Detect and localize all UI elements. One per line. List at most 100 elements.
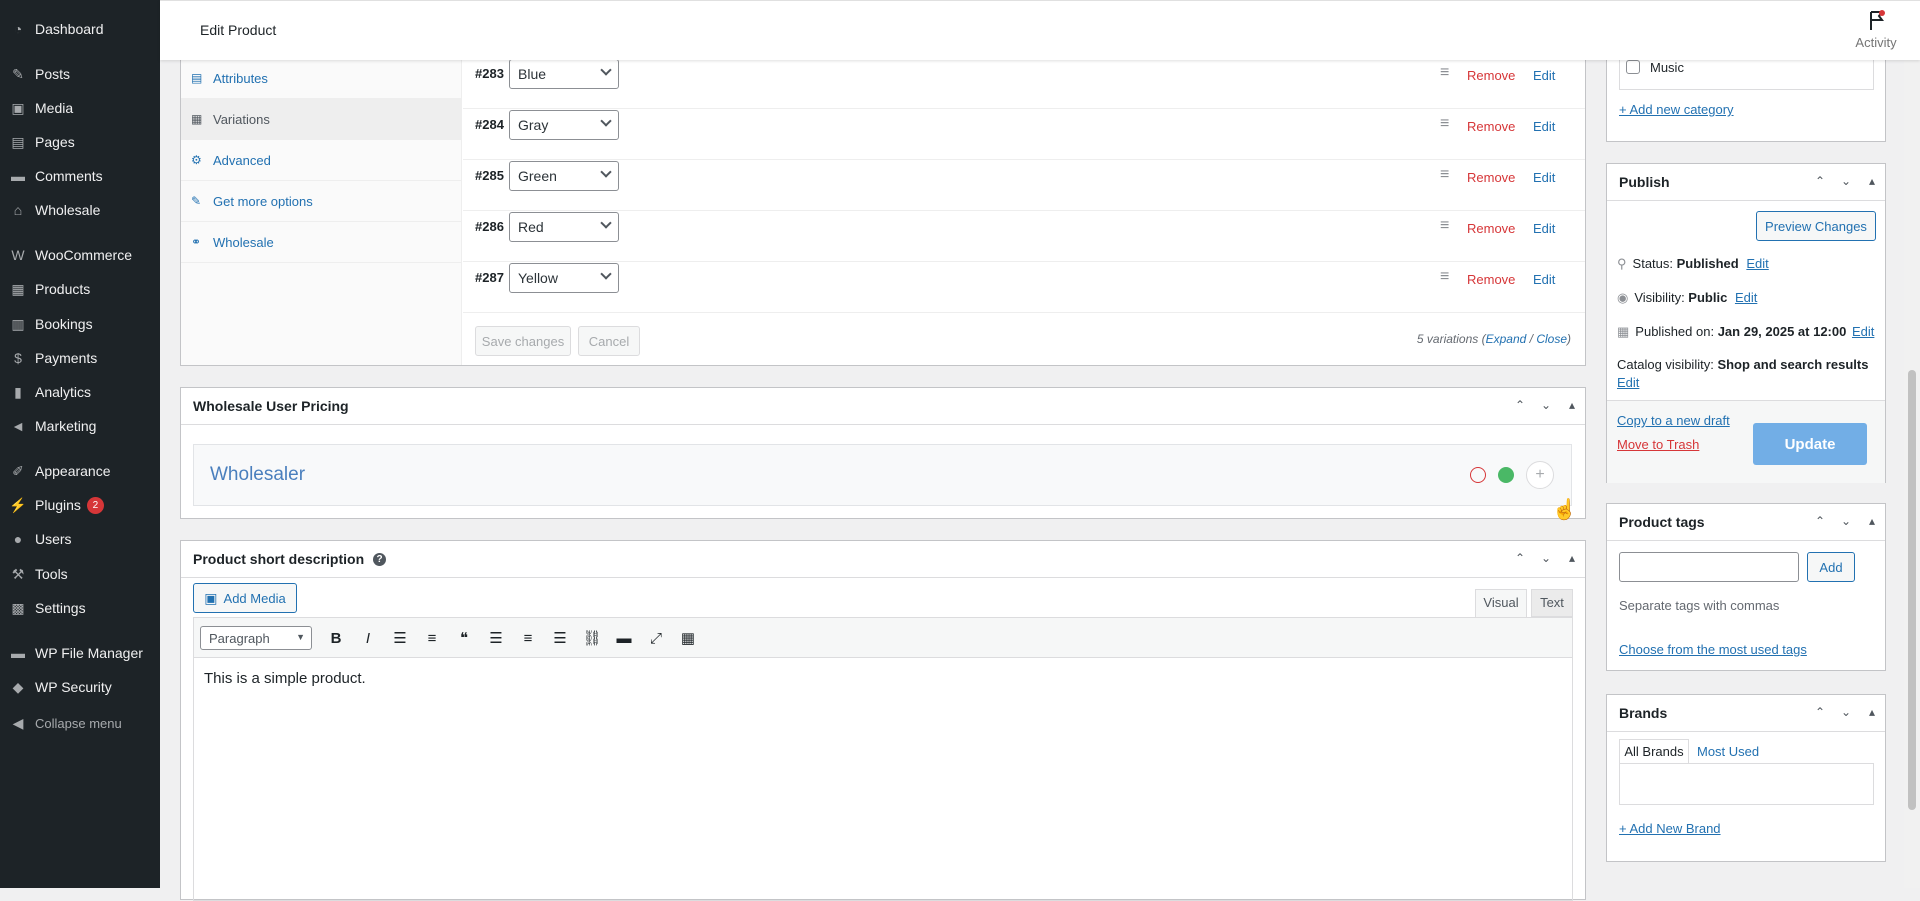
sidebar-item-settings[interactable]: ▩ Settings (0, 595, 160, 621)
move-up-icon[interactable]: ⌃ (1511, 551, 1529, 565)
help-icon[interactable]: ? (373, 553, 386, 566)
move-down-icon[interactable]: ⌄ (1537, 551, 1555, 565)
edit-variation-link[interactable]: Edit (1533, 119, 1555, 134)
remove-variation-link[interactable]: Remove (1467, 170, 1515, 185)
toolbar-toggle-icon[interactable]: ▦ (672, 626, 704, 650)
add-new-brand-link[interactable]: + Add New Brand (1619, 821, 1721, 836)
edit-variation-link[interactable]: Edit (1533, 221, 1555, 236)
drag-handle-icon[interactable]: ≡ (1440, 115, 1449, 133)
sidebar-item-woocommerce[interactable]: W WooCommerce (0, 242, 160, 268)
remove-variation-link[interactable]: Remove (1467, 119, 1515, 134)
cancel-button[interactable]: Cancel (578, 326, 640, 356)
status-empty-circle-icon[interactable] (1470, 467, 1486, 483)
read-more-icon[interactable]: ▬ (608, 626, 640, 650)
sidebar-item-bookings[interactable]: ▥ Bookings (0, 311, 160, 337)
edit-date-link[interactable]: Edit (1852, 324, 1874, 339)
sidebar-item-analytics[interactable]: ▮ Analytics (0, 379, 160, 405)
page-scrollbar[interactable] (1904, 60, 1920, 888)
add-new-category-link[interactable]: + Add new category (1619, 102, 1734, 117)
drag-handle-icon[interactable]: ≡ (1440, 217, 1449, 235)
toggle-panel-icon[interactable]: ▴ (1863, 705, 1881, 719)
tab-wholesale[interactable]: ⚭ Wholesale (181, 222, 462, 263)
sidebar-item-wp-security[interactable]: ◆ WP Security (0, 674, 160, 700)
close-link[interactable]: Close (1536, 332, 1567, 346)
sidebar-item-wholesale[interactable]: ⌂ Wholesale (0, 197, 160, 223)
bold-icon[interactable]: B (320, 626, 352, 650)
tab-visual[interactable]: Visual (1475, 589, 1527, 617)
scrollbar-thumb[interactable] (1908, 370, 1916, 810)
variation-attribute-select[interactable]: Green (509, 161, 619, 191)
bullet-list-icon[interactable]: ☰ (384, 626, 416, 650)
tab-variations[interactable]: ▦ Variations (181, 99, 462, 140)
blockquote-icon[interactable]: ❝ (448, 626, 480, 650)
tab-most-used-brands[interactable]: Most Used (1697, 744, 1759, 759)
variation-attribute-select[interactable]: Red (509, 212, 619, 242)
sidebar-item-posts[interactable]: ✎ Posts (0, 61, 160, 87)
edit-catalog-link[interactable]: Edit (1617, 375, 1639, 390)
edit-variation-link[interactable]: Edit (1533, 68, 1555, 83)
move-up-icon[interactable]: ⌃ (1511, 398, 1529, 412)
drag-handle-icon[interactable]: ≡ (1440, 64, 1449, 82)
tab-attributes[interactable]: ▤ Attributes (181, 58, 462, 99)
variation-attribute-select[interactable]: Gray (509, 110, 619, 140)
add-media-button[interactable]: ▣ Add Media (193, 583, 297, 613)
tab-advanced[interactable]: ⚙ Advanced (181, 140, 462, 181)
sidebar-item-pages[interactable]: ▤ Pages (0, 129, 160, 155)
sidebar-item-marketing[interactable]: ◄ Marketing (0, 413, 160, 439)
move-down-icon[interactable]: ⌄ (1837, 174, 1855, 188)
activity-button[interactable]: Activity (1852, 9, 1900, 50)
edit-variation-link[interactable]: Edit (1533, 272, 1555, 287)
fullscreen-icon[interactable]: ⤢ (640, 626, 672, 650)
toggle-panel-icon[interactable]: ▴ (1863, 174, 1881, 188)
variation-attribute-select[interactable]: Blue (509, 59, 619, 89)
tag-input[interactable] (1619, 552, 1799, 582)
preview-changes-button[interactable]: Preview Changes (1756, 211, 1876, 241)
numbered-list-icon[interactable]: ≡ (416, 626, 448, 650)
move-up-icon[interactable]: ⌃ (1811, 174, 1829, 188)
sidebar-item-comments[interactable]: ▬ Comments (0, 163, 160, 189)
drag-handle-icon[interactable]: ≡ (1440, 268, 1449, 286)
edit-visibility-link[interactable]: Edit (1735, 290, 1757, 305)
sidebar-item-media[interactable]: ▣ Media (0, 95, 160, 121)
move-down-icon[interactable]: ⌄ (1837, 705, 1855, 719)
edit-status-link[interactable]: Edit (1746, 256, 1768, 271)
sidebar-item-appearance[interactable]: ✐ Appearance (0, 458, 160, 484)
tab-text[interactable]: Text (1531, 589, 1573, 617)
sidebar-item-tools[interactable]: ⚒ Tools (0, 561, 160, 587)
tab-get-more-options[interactable]: ✎ Get more options (181, 181, 462, 222)
category-checkbox[interactable] (1626, 60, 1640, 74)
toggle-panel-icon[interactable]: ▴ (1863, 514, 1881, 528)
sidebar-item-wp-file-manager[interactable]: ▬ WP File Manager (0, 640, 160, 666)
choose-most-used-tags-link[interactable]: Choose from the most used tags (1619, 642, 1807, 657)
sidebar-item-products[interactable]: ▦ Products (0, 276, 160, 302)
move-to-trash-link[interactable]: Move to Trash (1617, 437, 1699, 452)
format-select[interactable]: Paragraph ▼ (200, 626, 312, 650)
copy-to-draft-link[interactable]: Copy to a new draft (1617, 413, 1730, 428)
remove-variation-link[interactable]: Remove (1467, 221, 1515, 236)
move-up-icon[interactable]: ⌃ (1811, 705, 1829, 719)
drag-handle-icon[interactable]: ≡ (1440, 166, 1449, 184)
sidebar-item-dashboard[interactable]: ◔ Dashboard (0, 16, 160, 42)
sidebar-item-payments[interactable]: $ Payments (0, 345, 160, 371)
align-right-icon[interactable]: ☰ (544, 626, 576, 650)
move-down-icon[interactable]: ⌄ (1837, 514, 1855, 528)
expand-link[interactable]: Expand (1486, 332, 1527, 346)
move-down-icon[interactable]: ⌄ (1537, 398, 1555, 412)
add-price-icon[interactable]: + (1526, 461, 1554, 489)
sidebar-item-users[interactable]: ● Users (0, 526, 160, 552)
collapse-menu-button[interactable]: ◀ Collapse menu (0, 710, 160, 736)
sidebar-item-plugins[interactable]: ⚡ Plugins 2 (0, 492, 160, 518)
variation-attribute-select[interactable]: Yellow (509, 263, 619, 293)
remove-variation-link[interactable]: Remove (1467, 68, 1515, 83)
update-button[interactable]: Update (1753, 423, 1867, 465)
save-changes-button[interactable]: Save changes (475, 326, 571, 356)
edit-variation-link[interactable]: Edit (1533, 170, 1555, 185)
wholesaler-row[interactable]: Wholesaler + (193, 444, 1572, 506)
status-active-dot-icon[interactable] (1498, 467, 1514, 483)
tab-all-brands[interactable]: All Brands (1619, 739, 1689, 763)
move-up-icon[interactable]: ⌃ (1811, 514, 1829, 528)
toggle-panel-icon[interactable]: ▴ (1563, 398, 1581, 412)
align-left-icon[interactable]: ☰ (480, 626, 512, 650)
editor-content[interactable]: This is a simple product. (204, 670, 366, 687)
italic-icon[interactable]: I (352, 626, 384, 650)
